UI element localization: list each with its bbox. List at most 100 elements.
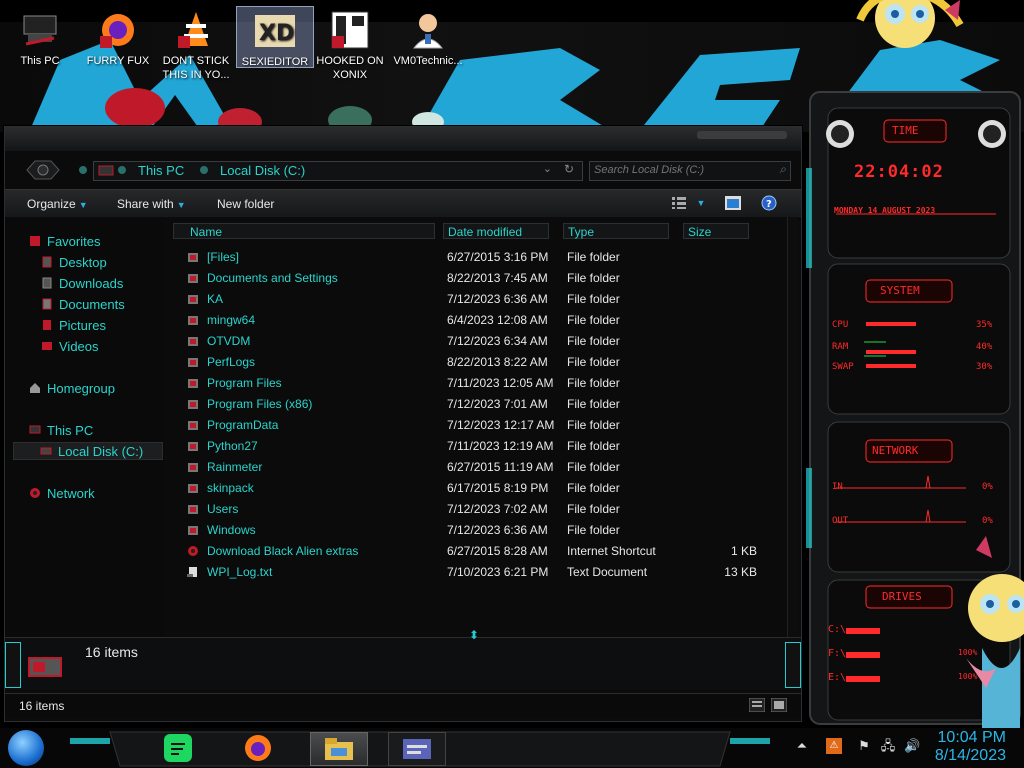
nav-this-pc[interactable]: This PC — [29, 422, 93, 440]
nav-favorites[interactable]: Favorites — [29, 233, 100, 251]
file-row[interactable]: Program Files 7/11/2023 12:05 AM File fold… — [167, 373, 787, 393]
file-date-modified: 7/10/2023 6:21 PM — [447, 565, 549, 579]
desktop-icon-vlc[interactable]: DONT STICK THIS IN YO... — [158, 6, 234, 90]
ram-value: 40% — [976, 342, 993, 352]
nav-dropdown-dot[interactable] — [79, 166, 87, 174]
desktop-icon-sexieditor[interactable]: XD SEXIEDITOR — [236, 6, 314, 68]
file-type: Internet Shortcut — [567, 544, 656, 558]
view-dropdown-icon[interactable]: ▼ — [691, 194, 711, 212]
taskbar-control-panel[interactable] — [388, 732, 446, 766]
network-tray-icon[interactable]: 🖧 — [880, 738, 896, 754]
file-row[interactable]: OTVDM 7/12/2023 6:34 AM File folder — [167, 331, 787, 351]
update-tray-icon[interactable]: ⚠ — [826, 738, 842, 754]
new-folder-button[interactable]: New folder — [217, 197, 274, 211]
nav-downloads[interactable]: Downloads — [41, 275, 123, 293]
large-icons-view-icon[interactable] — [771, 698, 787, 712]
nav-desktop[interactable]: Desktop — [41, 254, 107, 272]
nav-pictures[interactable]: Pictures — [41, 317, 106, 335]
preview-pane-icon[interactable] — [723, 194, 743, 212]
search-box[interactable]: ⌕ — [589, 161, 791, 181]
cpu-value: 35% — [976, 320, 993, 330]
share-with-button[interactable]: Share with ▼ — [117, 197, 186, 211]
file-type: File folder — [567, 292, 620, 306]
file-name: [Files] — [207, 250, 240, 264]
file-row[interactable]: Windows 7/12/2023 6:36 AM File folder — [167, 520, 787, 540]
tray-clock[interactable]: 10:04 PM 8/14/2023 — [935, 729, 1006, 765]
address-dropdown-icon[interactable]: ⌄ — [543, 162, 552, 175]
file-date-modified: 7/12/2023 6:36 AM — [447, 523, 548, 537]
address-row: This PC Local Disk (C:) ⌄ ↻ ⌕ — [5, 151, 801, 189]
back-forward-orb-icon[interactable] — [23, 159, 63, 181]
homegroup-icon — [30, 383, 40, 393]
start-orb-button[interactable] — [8, 730, 44, 766]
nav-label: Downloads — [59, 276, 124, 291]
file-row[interactable]: [Files] 6/27/2015 3:16 PM File folder — [167, 247, 787, 267]
desktop-icon-furry-fux[interactable]: FURRY FUX — [80, 6, 156, 90]
search-input[interactable] — [594, 164, 764, 176]
volume-icon[interactable]: 🔊 — [904, 738, 920, 754]
search-icon[interactable]: ⌕ — [779, 162, 786, 177]
file-row[interactable]: Python27 7/11/2023 12:19 AM File folder — [167, 436, 787, 456]
file-date-modified: 7/11/2023 12:05 AM — [447, 376, 554, 390]
refresh-icon[interactable]: ↻ — [564, 162, 574, 176]
file-row[interactable]: mingw64 6/4/2023 12:08 AM File folder — [167, 310, 787, 330]
column-header-date-modified[interactable]: Date modified — [443, 223, 549, 239]
folder-icon — [188, 253, 198, 262]
file-name: Download Black Alien extras — [207, 544, 359, 558]
file-row[interactable]: Users 7/12/2023 7:02 AM File folder — [167, 499, 787, 519]
chevron-down-icon: ▼ — [176, 200, 186, 210]
taskbar-spotify[interactable] — [152, 732, 204, 764]
desktop-icon-xonix[interactable]: HOOKED ON XONIX — [312, 6, 388, 90]
internet-shortcut-icon — [188, 546, 198, 556]
file-type: File folder — [567, 397, 620, 411]
drive-e-label: E:\ — [828, 672, 847, 683]
file-size: 1 KB — [730, 544, 757, 558]
xonix-game-icon — [328, 8, 372, 52]
file-row[interactable]: skinpack 6/17/2015 8:19 PM File folder — [167, 478, 787, 498]
folder-icon — [188, 421, 198, 430]
desktop-icon-vm0technic[interactable]: VM0Technic... — [390, 6, 466, 90]
text-document-icon — [187, 567, 197, 577]
share-with-label: Share with — [117, 197, 174, 211]
column-header-name[interactable]: Name — [173, 223, 435, 239]
file-row[interactable]: Program Files (x86) 7/12/2023 7:01 AM File… — [167, 394, 787, 414]
firefox-icon — [245, 735, 271, 761]
action-center-flag-icon[interactable]: ⚑ — [856, 738, 872, 754]
nav-network[interactable]: Network — [29, 485, 95, 503]
drive-f-label: F:\ — [828, 648, 847, 659]
nav-videos[interactable]: Videos — [41, 338, 99, 356]
vertical-scrollbar[interactable] — [787, 217, 798, 637]
date-value: MONDAY 14 AUGUST 2023 — [834, 206, 936, 215]
nav-homegroup[interactable]: Homegroup — [29, 380, 115, 398]
file-row[interactable]: Documents and Settings 8/22/2013 7:45 AM F… — [167, 268, 787, 288]
drive-f-value: 100% — [958, 648, 978, 657]
nav-label: Local Disk (C:) — [58, 444, 144, 459]
file-row[interactable]: WPI_Log.txt 7/10/2023 6:21 PM Text Documen… — [167, 562, 787, 582]
breadcrumb-local-disk[interactable]: Local Disk (C:) — [220, 163, 305, 178]
file-row[interactable]: Rainmeter 6/27/2015 11:19 AM File folder — [167, 457, 787, 477]
desktop-icon-this-pc[interactable]: This PC — [2, 6, 78, 90]
window-titlebar[interactable] — [5, 127, 801, 152]
breadcrumb-this-pc[interactable]: This PC — [138, 163, 184, 178]
folder-icon — [188, 358, 198, 367]
file-type: File folder — [567, 250, 620, 264]
nav-documents[interactable]: Documents — [41, 296, 125, 314]
file-name: WPI_Log.txt — [207, 565, 273, 579]
column-header-type[interactable]: Type — [563, 223, 669, 239]
column-header-size[interactable]: Size — [683, 223, 749, 239]
file-row[interactable]: ProgramData 7/12/2023 12:17 AM File folder — [167, 415, 787, 435]
taskbar-firefox[interactable] — [232, 732, 284, 764]
organize-button[interactable]: Organize ▼ — [27, 197, 88, 211]
address-bar[interactable]: This PC Local Disk (C:) ⌄ ↻ — [93, 161, 583, 181]
show-hidden-icons-icon[interactable]: ⏶ — [794, 738, 810, 754]
help-icon[interactable]: ? — [759, 194, 779, 212]
taskbar-file-explorer[interactable] — [310, 732, 368, 766]
view-options-icon[interactable] — [669, 194, 689, 212]
pane-resize-handle-icon[interactable]: ⬍ — [469, 628, 479, 642]
details-view-icon[interactable] — [749, 698, 765, 712]
file-row[interactable]: PerfLogs 8/22/2013 8:22 AM File folder — [167, 352, 787, 372]
file-row[interactable]: KA 7/12/2023 6:36 AM File folder — [167, 289, 787, 309]
desktop-icon-label: DONT STICK THIS IN YO... — [162, 55, 230, 81]
file-row[interactable]: Download Black Alien extras 6/27/2015 8:2… — [167, 541, 787, 561]
nav-local-disk[interactable]: Local Disk (C:) — [13, 442, 163, 460]
